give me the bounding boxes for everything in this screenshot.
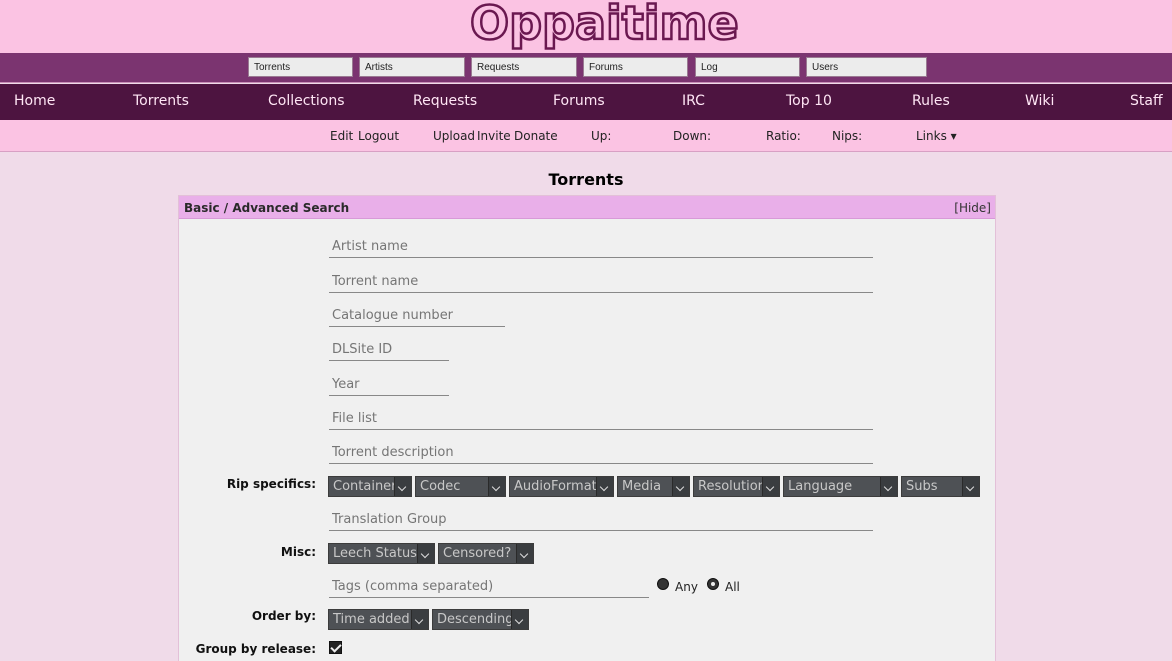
quick-search-bar: Torrents Artists Requests Forums Log Use… xyxy=(0,53,1172,83)
resolution-select[interactable]: Resolution xyxy=(693,476,780,497)
year-input[interactable] xyxy=(329,374,449,396)
codec-select[interactable]: Codec xyxy=(415,476,506,497)
tags-all-label: All xyxy=(725,580,740,594)
codec-select-value: Codec xyxy=(420,479,461,494)
file-list-input[interactable] xyxy=(329,408,873,430)
download-stat-label: Down: xyxy=(673,129,712,143)
links-dropdown[interactable]: Links ▾ xyxy=(916,129,957,143)
donate-link[interactable]: Donate xyxy=(514,129,558,143)
order-by-select[interactable]: Time added xyxy=(328,609,429,630)
chevron-down-icon xyxy=(762,477,779,496)
edit-link[interactable]: Edit xyxy=(330,129,353,143)
resolution-select-value: Resolution xyxy=(698,479,766,494)
search-panel: Basic / Advanced Search [Hide] Rip speci… xyxy=(178,195,996,661)
audio-format-select-value: AudioFormat xyxy=(514,479,597,494)
chevron-down-icon xyxy=(596,477,613,496)
nav-rules[interactable]: Rules xyxy=(912,93,950,109)
search-panel-header: Basic / Advanced Search [Hide] xyxy=(179,196,995,219)
media-select-value: Media xyxy=(622,479,662,494)
nips-label: Nips: xyxy=(832,129,863,143)
logo-bar: Oppaitime xyxy=(0,0,1172,53)
container-select-value: Container xyxy=(333,479,397,494)
quick-search-log[interactable]: Log xyxy=(695,57,800,77)
catalogue-number-input[interactable] xyxy=(329,305,505,327)
hide-search-link[interactable]: [Hide] xyxy=(954,201,991,215)
chevron-down-icon xyxy=(488,477,505,496)
nav-top10[interactable]: Top 10 xyxy=(786,93,832,109)
tags-any-radio[interactable] xyxy=(657,578,669,590)
censored-select[interactable]: Censored? xyxy=(438,543,534,564)
quick-search-requests[interactable]: Requests xyxy=(471,57,577,77)
translation-group-input[interactable] xyxy=(329,509,873,531)
media-select[interactable]: Media xyxy=(617,476,690,497)
tags-any-label: Any xyxy=(675,580,698,594)
chevron-down-icon xyxy=(394,477,411,496)
subs-select[interactable]: Subs xyxy=(901,476,980,497)
chevron-down-icon xyxy=(411,610,428,629)
language-select[interactable]: Language xyxy=(783,476,898,497)
ratio-label: Ratio: xyxy=(766,129,801,143)
leech-status-select[interactable]: Leech Status xyxy=(328,543,435,564)
container-select[interactable]: Container xyxy=(328,476,412,497)
tags-all-radio[interactable] xyxy=(707,578,719,590)
quick-search-forums[interactable]: Forums xyxy=(583,57,688,77)
chevron-down-icon xyxy=(880,477,897,496)
nav-wiki[interactable]: Wiki xyxy=(1025,93,1054,109)
artist-name-input[interactable] xyxy=(329,236,873,258)
audio-format-select[interactable]: AudioFormat xyxy=(509,476,614,497)
nav-staff[interactable]: Staff xyxy=(1130,93,1163,109)
leech-status-select-value: Leech Status xyxy=(333,546,417,561)
site-logo[interactable]: Oppaitime xyxy=(469,0,740,51)
chevron-down-icon xyxy=(962,477,979,496)
main-nav: Home Torrents Collections Requests Forum… xyxy=(0,84,1172,120)
order-direction-select[interactable]: Descending xyxy=(432,609,529,630)
torrent-description-input[interactable] xyxy=(329,442,873,464)
nav-torrents[interactable]: Torrents xyxy=(133,93,189,109)
nav-collections[interactable]: Collections xyxy=(268,93,345,109)
invite-link[interactable]: Invite xyxy=(477,129,511,143)
dlsite-id-input[interactable] xyxy=(329,339,449,361)
group-by-release-label: Group by release: xyxy=(195,642,316,656)
rip-specifics-label: Rip specifics: xyxy=(226,477,316,491)
user-bar: Edit Logout Upload Invite Donate Up: Dow… xyxy=(0,120,1172,152)
quick-search-users[interactable]: Users xyxy=(806,57,927,77)
chevron-down-icon xyxy=(511,610,528,629)
quick-search-torrents[interactable]: Torrents xyxy=(248,57,353,77)
chevron-down-icon xyxy=(672,477,689,496)
chevron-down-icon xyxy=(417,544,434,563)
language-select-value: Language xyxy=(788,479,853,494)
upload-link[interactable]: Upload xyxy=(433,129,475,143)
chevron-down-icon xyxy=(516,544,533,563)
subs-select-value: Subs xyxy=(906,479,938,494)
upload-stat-label: Up: xyxy=(591,129,612,143)
misc-label: Misc: xyxy=(280,545,316,559)
logout-link[interactable]: Logout xyxy=(358,129,399,143)
search-panel-title: Basic / Advanced Search xyxy=(184,201,350,215)
torrent-name-input[interactable] xyxy=(329,271,873,293)
order-by-select-value: Time added xyxy=(333,612,410,627)
order-by-label: Order by: xyxy=(251,609,316,623)
quick-search-artists[interactable]: Artists xyxy=(359,57,465,77)
nav-irc[interactable]: IRC xyxy=(682,93,705,109)
order-direction-select-value: Descending xyxy=(437,612,514,627)
censored-select-value: Censored? xyxy=(443,546,512,561)
tags-input[interactable] xyxy=(329,576,649,598)
nav-requests[interactable]: Requests xyxy=(413,93,477,109)
nav-home[interactable]: Home xyxy=(14,93,55,109)
nav-forums[interactable]: Forums xyxy=(553,93,605,109)
group-by-release-checkbox[interactable] xyxy=(329,641,342,654)
page-title: Torrents xyxy=(548,170,624,189)
